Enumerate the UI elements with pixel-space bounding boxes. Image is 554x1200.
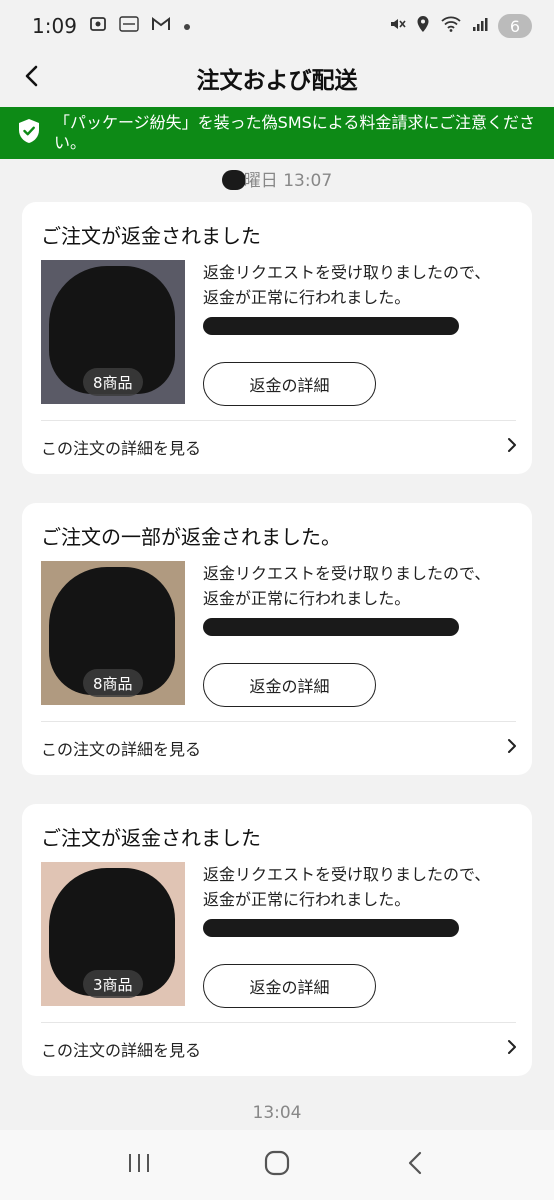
chevron-right-icon	[506, 1038, 518, 1060]
time-label: 13:04	[252, 1103, 302, 1123]
system-nav-bar	[0, 1130, 554, 1200]
view-order-details-link[interactable]: この注文の詳細を見る	[41, 1026, 518, 1072]
divider	[41, 1022, 516, 1023]
dot-icon	[183, 17, 191, 35]
back-button[interactable]	[14, 60, 50, 96]
product-thumbnail[interactable]: 8商品	[41, 260, 185, 404]
date-label: 曜日 13:07	[0, 166, 554, 191]
wifi-icon	[440, 15, 462, 37]
shield-check-icon	[16, 117, 42, 149]
safety-banner[interactable]: 「パッケージ紛失」を装った偽SMSによる料金請求にご注意ください。	[0, 107, 554, 159]
redaction-mark	[203, 317, 459, 335]
recents-icon	[126, 1151, 152, 1179]
notification-count-badge: 6	[498, 14, 532, 38]
refund-details-button[interactable]: 返金の詳細	[203, 663, 376, 707]
mute-icon	[388, 15, 406, 37]
signal-icon	[472, 16, 488, 36]
detail-link-label: この注文の詳細を見る	[41, 1041, 202, 1060]
order-title: ご注文が返金されました	[41, 826, 261, 850]
gmail-icon	[151, 16, 171, 36]
order-card: ご注文の一部が返金されました。 8商品 返金リクエストを受け取りましたので、返金…	[22, 503, 532, 775]
status-time: 1:09	[32, 14, 77, 38]
view-order-details-link[interactable]: この注文の詳細を見る	[41, 725, 518, 771]
location-icon	[416, 15, 430, 37]
product-thumbnail[interactable]: 3商品	[41, 862, 185, 1006]
order-title: ご注文が返金されました	[41, 224, 261, 248]
redaction-mark	[221, 170, 246, 190]
product-thumbnail[interactable]: 8商品	[41, 561, 185, 705]
refund-message: 返金リクエストを受け取りましたので、返金が正常に行われました。	[203, 564, 491, 608]
redaction-mark	[203, 618, 459, 636]
recents-button[interactable]	[109, 1135, 169, 1195]
home-button[interactable]	[247, 1135, 307, 1195]
order-card: ご注文が返金されました 3商品 返金リクエストを受け取りましたので、返金が正常に…	[22, 804, 532, 1076]
screenshot-icon	[89, 15, 107, 37]
home-icon	[264, 1150, 290, 1180]
refund-details-button[interactable]: 返金の詳細	[203, 362, 376, 406]
chevron-right-icon	[506, 436, 518, 458]
view-order-details-link[interactable]: この注文の詳細を見る	[41, 424, 518, 470]
date-label-text: 曜日 13:07	[243, 171, 333, 191]
nav-back-button[interactable]	[385, 1135, 445, 1195]
refund-message: 返金リクエストを受け取りましたので、返金が正常に行われました。	[203, 865, 491, 909]
temu-icon	[119, 15, 139, 37]
chevron-right-icon	[506, 737, 518, 759]
divider	[41, 420, 516, 421]
quantity-badge: 8商品	[83, 669, 143, 697]
quantity-badge: 8商品	[83, 368, 143, 396]
status-bar: 1:09 6	[0, 0, 554, 52]
redaction-mark	[203, 919, 459, 937]
back-icon	[407, 1150, 423, 1180]
refund-details-button[interactable]: 返金の詳細	[203, 964, 376, 1008]
divider	[41, 721, 516, 722]
order-title: ご注文の一部が返金されました。	[41, 525, 341, 549]
detail-link-label: この注文の詳細を見る	[41, 740, 202, 759]
app-header: 注文および配送	[0, 52, 554, 104]
page-title: 注文および配送	[196, 68, 358, 94]
order-card: ご注文が返金されました 8商品 返金リクエストを受け取りましたので、返金が正常に…	[22, 202, 532, 474]
refund-message: 返金リクエストを受け取りましたので、返金が正常に行われました。	[203, 263, 491, 307]
banner-text: 「パッケージ紛失」を装った偽SMSによる料金請求にご注意ください。	[54, 113, 535, 152]
chevron-left-icon	[22, 64, 42, 92]
quantity-badge: 3商品	[83, 970, 143, 998]
detail-link-label: この注文の詳細を見る	[41, 439, 202, 458]
